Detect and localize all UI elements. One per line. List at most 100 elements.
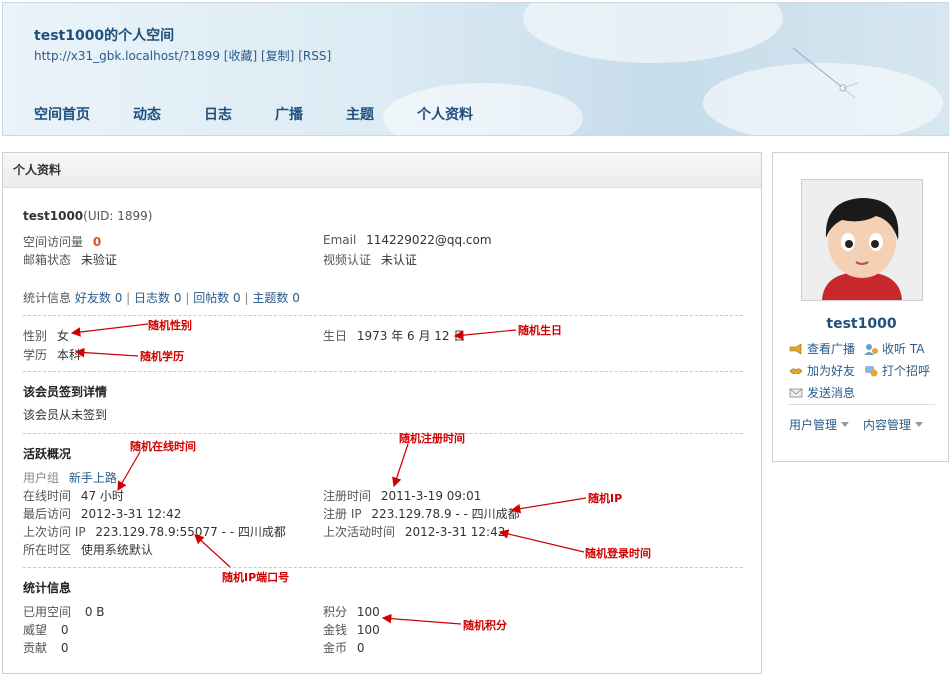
edu-value: 本科 — [56, 348, 81, 362]
visits-label: 空间访问量 — [23, 235, 84, 249]
video-label: 视频认证 — [323, 253, 372, 267]
lastvisit-row: 最后访问 2012-3-31 12:42 — [23, 505, 181, 522]
annotation-ip-port: 随机IP端口号 — [222, 571, 290, 584]
space-url[interactable]: http://x31_gbk.localhost/?1899 — [34, 49, 220, 63]
username-line: test1000(UID: 1899) — [23, 209, 152, 223]
space-url-line: http://x31_gbk.localhost/?1899 [收藏] [复制]… — [34, 47, 331, 64]
video-value: 未认证 — [380, 253, 417, 267]
chevron-down-icon — [915, 422, 924, 427]
gender-value: 女 — [56, 329, 69, 343]
friends-count-link[interactable]: 好友数 0 — [75, 291, 122, 305]
chevron-down-icon — [841, 422, 850, 427]
lastactive-value: 2012-3-31 12:42 — [404, 525, 506, 539]
view-broadcast-link[interactable]: 查看广播 — [789, 340, 855, 357]
regtime-label: 注册时间 — [323, 489, 372, 503]
stats-label: 统计信息 — [23, 291, 72, 305]
nav-home[interactable]: 空间首页 — [34, 104, 90, 124]
annotation-credits: 随机积分 — [463, 619, 507, 632]
annotation-online: 随机在线时间 — [130, 440, 196, 453]
lastvisit-label: 最后访问 — [23, 507, 72, 521]
panel-title: 个人资料 — [3, 153, 761, 188]
lastactive-label: 上次活动时间 — [323, 525, 396, 539]
contrib-label: 贡献 — [23, 641, 48, 655]
money-label: 金钱 — [323, 623, 348, 637]
lastactive-row: 上次活动时间 2012-3-31 12:42 — [323, 523, 505, 540]
lastip-row: 上次访问 IP 223.129.78.9:55077 - - 四川成都 — [23, 523, 286, 540]
gender-row: 性别 女 — [23, 327, 69, 344]
email-value: 114229022@qq.com — [366, 233, 492, 247]
lastvisit-value: 2012-3-31 12:42 — [80, 507, 182, 521]
annotation-login-time: 随机登录时间 — [585, 547, 651, 560]
space-nav: 空间首页 动态 日志 广播 主题 个人资料 — [34, 104, 516, 124]
mail-status-row: 邮箱状态 未验证 — [23, 251, 117, 268]
divider — [789, 404, 935, 405]
nav-threads[interactable]: 主题 — [346, 104, 374, 124]
divider — [23, 433, 743, 434]
greeting-icon — [864, 365, 878, 377]
gold-value: 0 — [356, 641, 365, 655]
user-manage-menu[interactable]: 用户管理 — [789, 416, 850, 433]
birthday-row: 生日 1973 年 6 月 12 日 — [323, 327, 465, 344]
username: test1000 — [23, 209, 84, 223]
content-manage-menu[interactable]: 内容管理 — [863, 416, 924, 433]
edu-label: 学历 — [23, 348, 48, 362]
mail-status-value: 未验证 — [80, 253, 117, 267]
threads-count-link[interactable]: 主题数 0 — [252, 291, 299, 305]
nav-profile[interactable]: 个人资料 — [417, 104, 473, 124]
nav-broadcast[interactable]: 广播 — [275, 104, 303, 124]
online-value: 47 小时 — [80, 489, 124, 503]
activity-title: 活跃概况 — [23, 447, 72, 461]
space-title[interactable]: test1000的个人空间 — [34, 25, 174, 45]
regip-row: 注册 IP 223.129.78.9 - - 四川成都 — [323, 505, 520, 522]
envelope-icon — [789, 387, 803, 399]
nav-feed[interactable]: 动态 — [133, 104, 161, 124]
prestige-value: 0 — [60, 623, 69, 637]
stat-title: 统计信息 — [23, 581, 72, 595]
timezone-value: 使用系统默认 — [80, 543, 153, 557]
blogs-count-link[interactable]: 日志数 0 — [134, 291, 181, 305]
signin-title: 该会员签到详情 — [23, 385, 108, 399]
profile-panel: 个人资料 test1000(UID: 1899) 空间访问量 0 Email 1… — [2, 152, 762, 674]
group-label: 用户组 — [23, 471, 60, 485]
uid: (UID: 1899) — [83, 209, 153, 223]
nav-blog[interactable]: 日志 — [204, 104, 232, 124]
avatar[interactable] — [801, 179, 923, 301]
contrib-value: 0 — [60, 641, 69, 655]
group-link[interactable]: 新手上路 — [69, 471, 117, 485]
credits-label: 积分 — [323, 605, 348, 619]
regtime-row: 注册时间 2011-3-19 09:01 — [323, 487, 481, 504]
annotation-regtime: 随机注册时间 — [399, 432, 465, 445]
sidebar-username[interactable]: test1000 — [773, 316, 950, 332]
megaphone-icon — [789, 343, 803, 355]
lastip-label: 上次访问 IP — [23, 525, 86, 539]
email-row: Email 114229022@qq.com — [323, 233, 492, 247]
dandelion-decoration — [792, 47, 859, 99]
rss-link[interactable]: [RSS] — [298, 49, 331, 63]
annotation-ip: 随机IP — [588, 492, 623, 505]
copy-link[interactable]: [复制] — [261, 49, 294, 63]
handshake-icon — [789, 365, 803, 377]
edu-row: 学历 本科 — [23, 346, 81, 363]
replies-count-link[interactable]: 回帖数 0 — [193, 291, 240, 305]
credits-value: 100 — [356, 605, 380, 619]
prestige-label: 威望 — [23, 623, 48, 637]
stats-row: 统计信息 好友数 0 | 日志数 0 | 回帖数 0 | 主题数 0 — [23, 291, 300, 305]
favorite-link[interactable]: [收藏] — [224, 49, 257, 63]
online-label: 在线时间 — [23, 489, 72, 503]
gender-label: 性别 — [23, 329, 48, 343]
birthday-label: 生日 — [323, 329, 348, 343]
add-friend-link[interactable]: 加为好友 — [789, 362, 855, 379]
regip-label: 注册 IP — [323, 507, 362, 521]
divider — [23, 371, 743, 372]
greet-link[interactable]: 打个招呼 — [864, 362, 930, 379]
divider — [23, 567, 743, 568]
annotation-gender: 随机性别 — [148, 319, 192, 332]
annotation-birthday: 随机生日 — [518, 324, 562, 337]
money-value: 100 — [356, 623, 380, 637]
send-message-link[interactable]: 发送消息 — [789, 384, 855, 401]
credits-row: 积分 100 — [323, 603, 380, 620]
email-label: Email — [323, 233, 357, 247]
space-row: 已用空间 0 B — [23, 603, 105, 620]
space-header-banner: test1000的个人空间 http://x31_gbk.localhost/?… — [2, 2, 949, 136]
follow-link[interactable]: 收听 TA — [864, 340, 924, 357]
